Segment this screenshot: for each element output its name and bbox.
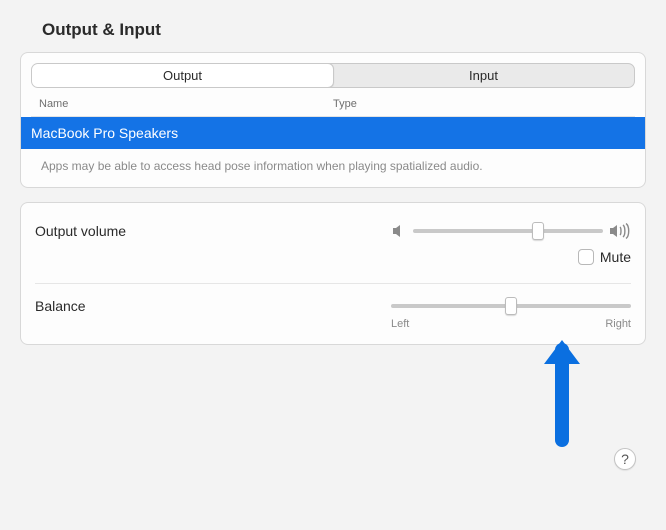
mute-checkbox[interactable] — [578, 249, 594, 265]
help-button[interactable]: ? — [614, 448, 636, 470]
segmented-control: Output Input — [31, 63, 635, 88]
callout-arrow-icon — [536, 330, 588, 450]
balance-left-label: Left — [391, 318, 409, 330]
output-volume-slider[interactable] — [413, 229, 603, 233]
spatial-audio-hint: Apps may be able to access head pose inf… — [31, 149, 635, 177]
controls-panel: Output volume — [20, 202, 646, 345]
balance-right-label: Right — [605, 318, 631, 330]
volume-low-icon — [391, 223, 407, 239]
tab-output[interactable]: Output — [31, 63, 334, 88]
tab-input[interactable]: Input — [333, 64, 634, 87]
table-header: Name Type — [31, 88, 635, 117]
output-volume-label: Output volume — [35, 223, 391, 239]
slider-thumb[interactable] — [505, 297, 517, 315]
balance-label: Balance — [35, 298, 391, 314]
volume-high-icon — [609, 223, 631, 239]
device-panel: Output Input Name Type MacBook Pro Speak… — [20, 52, 646, 188]
column-name[interactable]: Name — [39, 98, 333, 110]
slider-thumb[interactable] — [532, 222, 544, 240]
balance-slider[interactable] — [391, 304, 631, 308]
mute-label: Mute — [600, 249, 631, 265]
column-type[interactable]: Type — [333, 98, 627, 110]
page-title: Output & Input — [42, 20, 646, 40]
table-row[interactable]: MacBook Pro Speakers — [21, 117, 645, 149]
